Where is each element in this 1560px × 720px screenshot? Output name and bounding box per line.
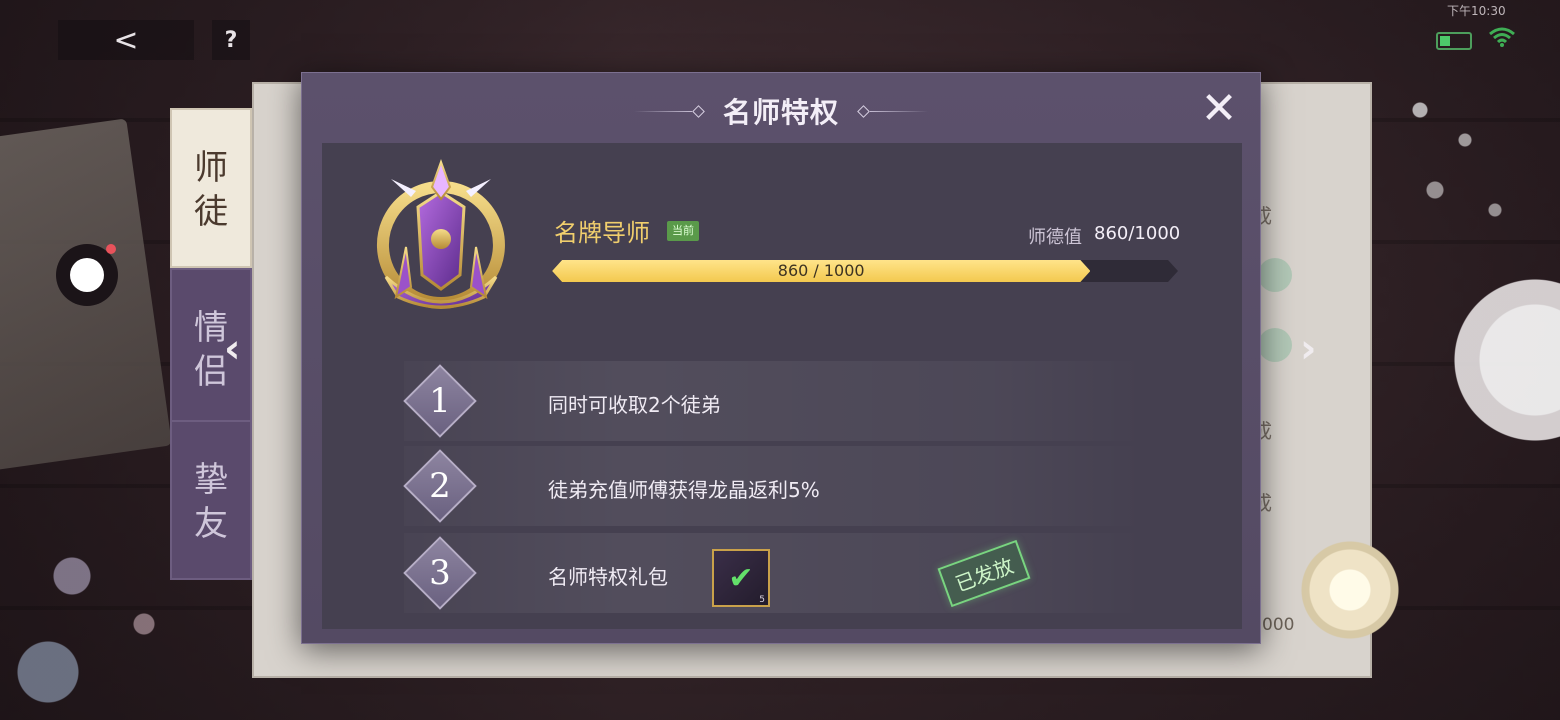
gift-pack-item[interactable]: ✔ 5 bbox=[712, 549, 770, 607]
tab-label: 师 bbox=[194, 148, 228, 188]
rank-name: 名牌导师 bbox=[554, 219, 650, 247]
title-ornament-right bbox=[857, 104, 928, 118]
virtue-label: 师德值 bbox=[1028, 227, 1082, 248]
issued-stamp: 已发放 bbox=[937, 539, 1031, 608]
tab-label: 友 bbox=[194, 504, 228, 544]
gift-count: 5 bbox=[759, 595, 765, 605]
notification-dot bbox=[106, 244, 116, 254]
checkmark-icon: ✔ bbox=[728, 560, 754, 596]
chevron-left-icon: < bbox=[113, 22, 139, 58]
record-dot-icon bbox=[70, 258, 104, 292]
modal-header: 名师特权 bbox=[302, 91, 1260, 131]
prev-page-arrow[interactable]: ‹ bbox=[224, 326, 240, 372]
virtue-progress-bar: 860 / 1000 bbox=[552, 260, 1178, 282]
floating-record-button[interactable] bbox=[56, 244, 118, 306]
current-rank-badge: 当前 bbox=[667, 221, 699, 241]
status-time: 下午10:30 bbox=[1447, 4, 1506, 18]
privilege-row: 2 徒弟充值师傅获得龙晶返利5% bbox=[403, 446, 1144, 526]
background-leaf-icon bbox=[1258, 328, 1292, 362]
privilege-number: 1 bbox=[429, 381, 451, 421]
next-page-arrow[interactable]: › bbox=[1300, 326, 1316, 372]
privilege-row: 1 同时可收取2个徒弟 bbox=[403, 361, 1144, 441]
modal-title: 名师特权 bbox=[722, 96, 839, 129]
tab-friend[interactable]: 挚 友 bbox=[170, 420, 252, 580]
background-leaf-icon bbox=[1258, 258, 1292, 292]
privilege-number: 3 bbox=[429, 553, 451, 593]
privilege-text: 徒弟充值师傅获得龙晶返利5% bbox=[548, 478, 820, 502]
back-button[interactable]: < bbox=[58, 20, 194, 60]
mentor-rank-emblem-icon bbox=[377, 159, 505, 309]
tab-label: 挚 bbox=[194, 460, 228, 500]
background-amount: 000 bbox=[1262, 615, 1295, 635]
virtue-value: 860/1000 bbox=[1094, 223, 1181, 244]
tab-label: 徒 bbox=[194, 192, 228, 232]
background-rose bbox=[1300, 540, 1400, 640]
background-flowers-right bbox=[1390, 70, 1540, 270]
privilege-text: 同时可收取2个徒弟 bbox=[548, 393, 721, 417]
privilege-modal: 名师特权 ✕ 名牌导师 当前 师德值 860/1000 860 / 1000 1… bbox=[301, 72, 1261, 644]
tab-mentor[interactable]: 师 徒 bbox=[170, 108, 252, 268]
battery-icon bbox=[1436, 32, 1472, 50]
privilege-number: 2 bbox=[429, 466, 451, 506]
virtue-progress-text: 860 / 1000 bbox=[777, 261, 865, 280]
privilege-panel: 名牌导师 当前 师德值 860/1000 860 / 1000 1 同时可收取2… bbox=[322, 143, 1242, 629]
close-button[interactable]: ✕ bbox=[1198, 87, 1240, 131]
wifi-icon bbox=[1488, 26, 1516, 54]
privilege-text: 名师特权礼包 bbox=[548, 565, 668, 589]
title-ornament-left bbox=[633, 104, 705, 118]
help-button[interactable]: ? bbox=[212, 20, 250, 60]
privilege-row: 3 名师特权礼包 ✔ 5 已发放 bbox=[403, 533, 1144, 613]
